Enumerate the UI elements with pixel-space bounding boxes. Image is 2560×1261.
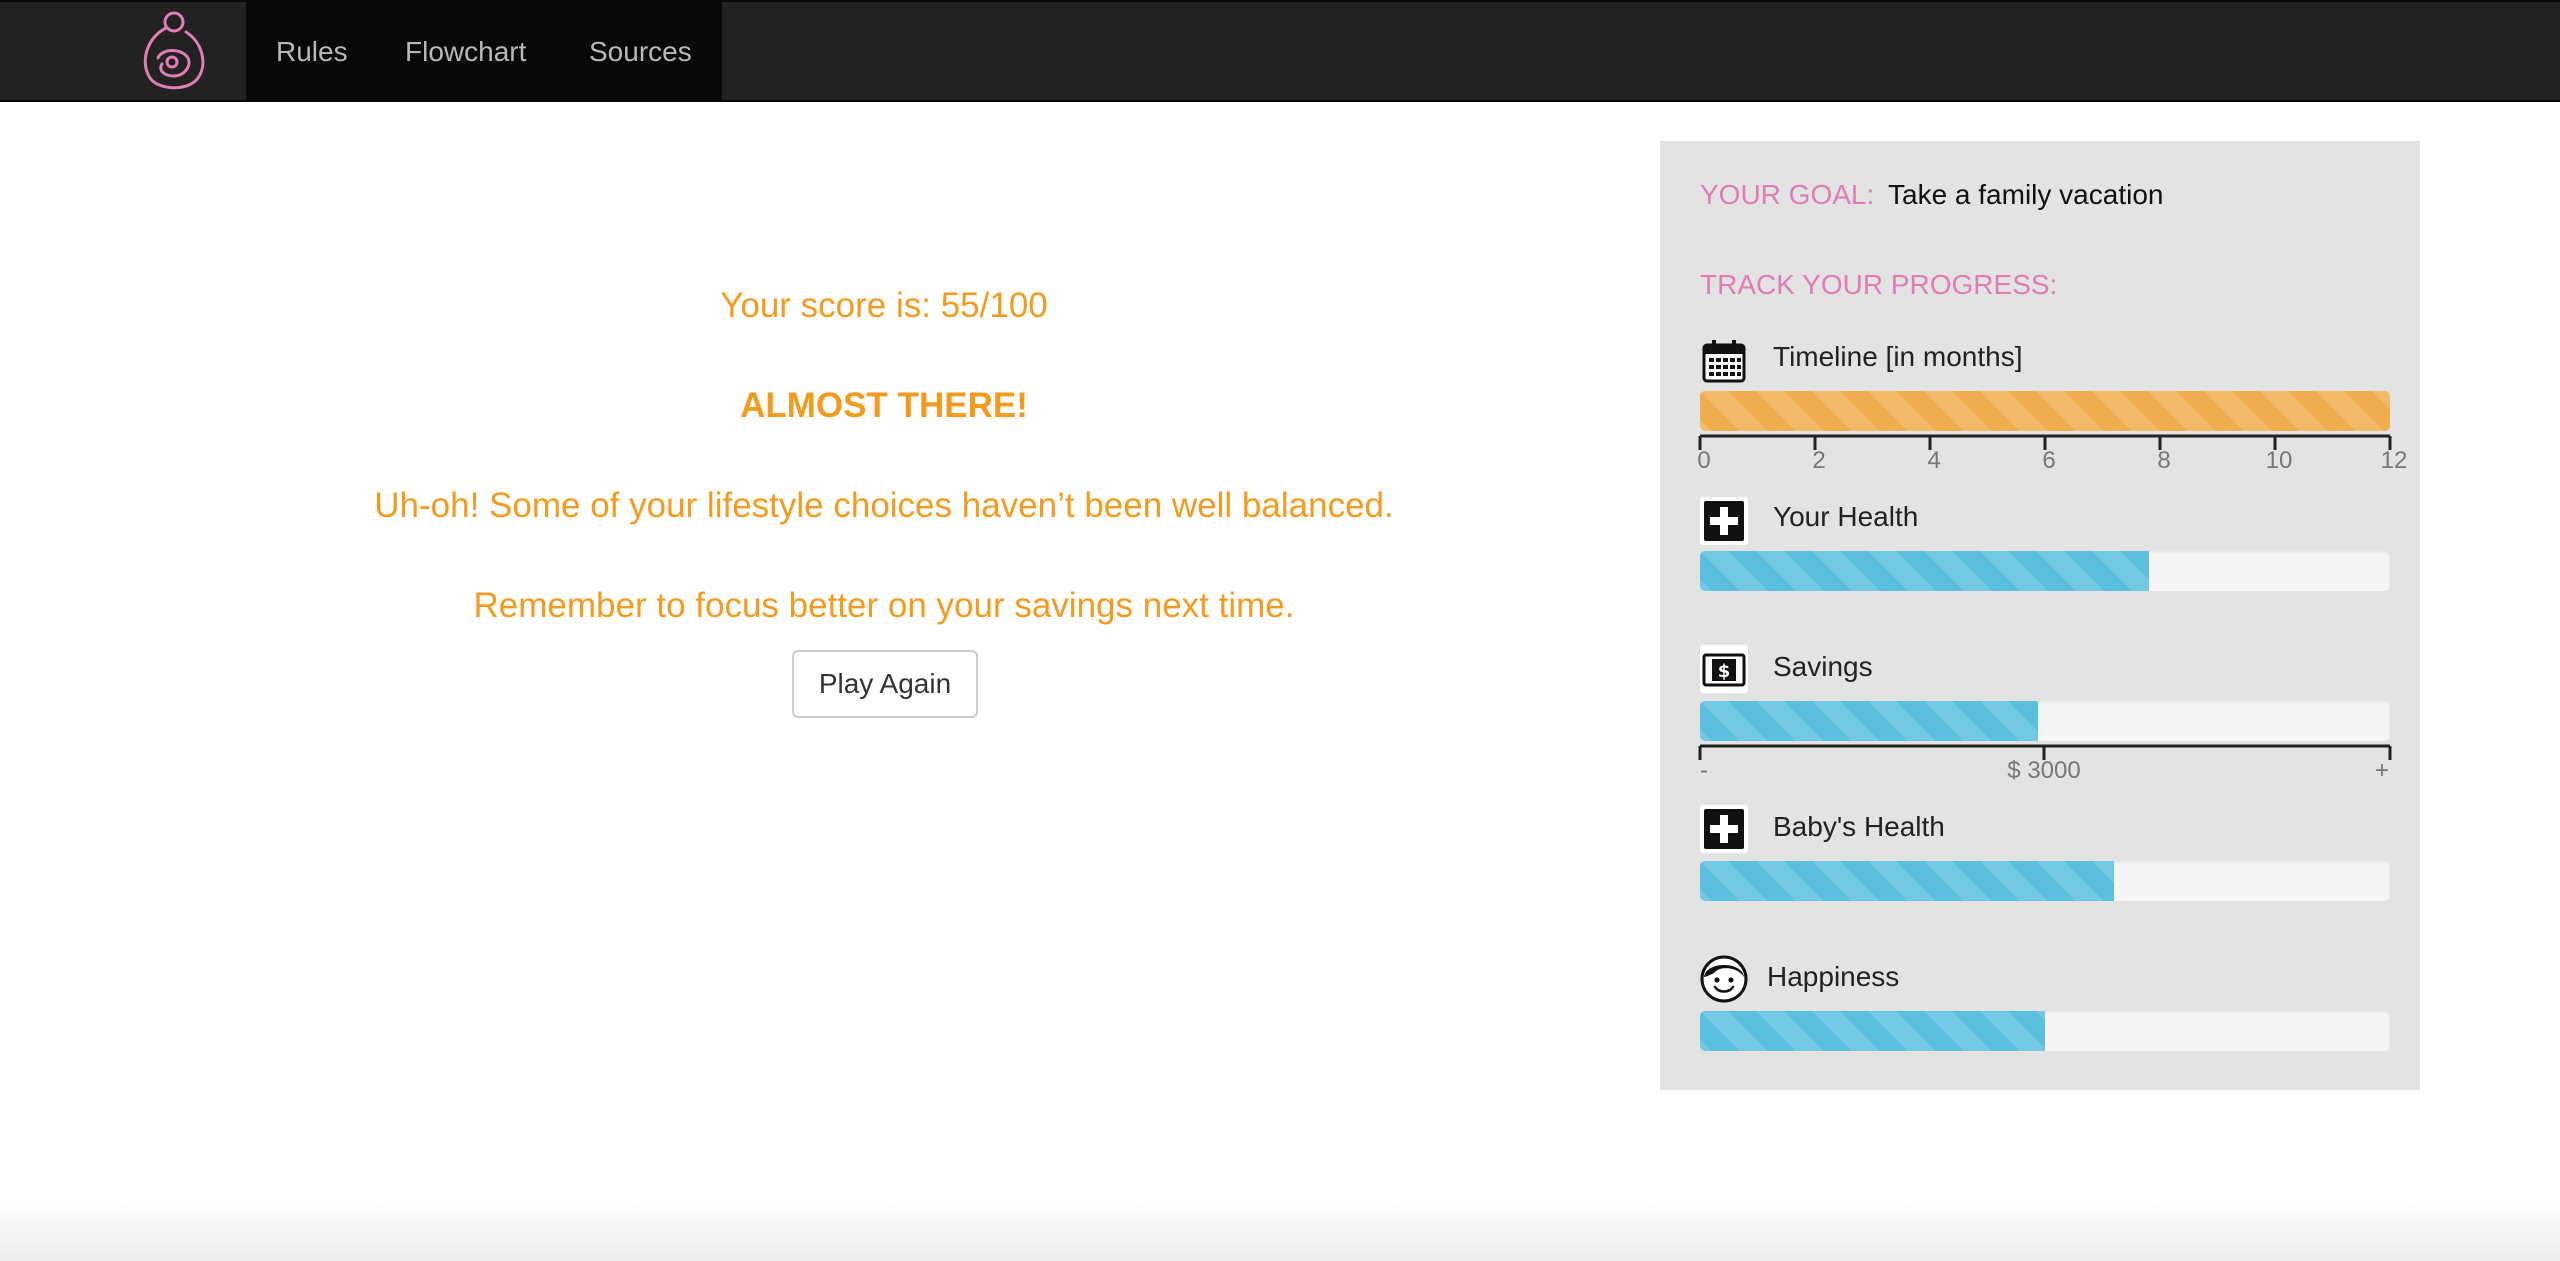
goal-label: YOUR GOAL: bbox=[1700, 179, 1875, 210]
mother-baby-logo-icon[interactable] bbox=[136, 8, 210, 96]
savings-label: Savings bbox=[1773, 651, 1873, 682]
timeline-label: Timeline [in months] bbox=[1773, 341, 2023, 372]
baby-health-progress-bar bbox=[1700, 861, 2390, 901]
timeline-tick-label: 10 bbox=[2265, 447, 2293, 474]
progress-panel: YOUR GOAL: Take a family vacation TRACK … bbox=[1660, 141, 2420, 1090]
track-progress-label: TRACK YOUR PROGRESS: bbox=[1700, 269, 2058, 300]
nav-item-flowchart[interactable]: Flowchart bbox=[405, 2, 526, 102]
savings-scale-mid: $ 3000 bbox=[2007, 757, 2081, 784]
score-text: Your score is: 55/100 bbox=[720, 286, 1048, 325]
timeline-tick-label: 4 bbox=[1927, 447, 1941, 474]
your-health-progress-fill bbox=[1700, 551, 2149, 591]
smiley-face-icon bbox=[1700, 955, 1748, 1003]
dollar-bill-icon: $ bbox=[1700, 645, 1748, 693]
timeline-tick-label: 8 bbox=[2157, 447, 2171, 474]
nav-item-sources[interactable]: Sources bbox=[589, 2, 692, 102]
verdict-heading: ALMOST THERE! bbox=[740, 386, 1028, 425]
baby-health-progress-fill bbox=[1700, 861, 2114, 901]
timeline-tick-label: 0 bbox=[1697, 447, 1711, 474]
goal-value: Take a family vacation bbox=[1888, 179, 2164, 210]
page-footer-shadow bbox=[0, 1200, 2560, 1261]
happiness-progress-bar bbox=[1700, 1011, 2390, 1051]
play-again-button[interactable]: Play Again bbox=[792, 650, 978, 718]
svg-text:$: $ bbox=[1718, 661, 1731, 682]
savings-progress-fill bbox=[1700, 701, 2039, 741]
timeline-progress-bar bbox=[1700, 391, 2390, 431]
feedback-advice: Remember to focus better on your savings… bbox=[473, 586, 1295, 625]
savings-scale-max: + bbox=[2374, 757, 2390, 784]
feedback-message: Uh-oh! Some of your lifestyle choices ha… bbox=[374, 486, 1394, 525]
calendar-icon bbox=[1702, 340, 1746, 383]
happiness-label: Happiness bbox=[1767, 961, 1900, 992]
timeline-tick-label: 2 bbox=[1812, 447, 1826, 474]
medical-cross-icon bbox=[1700, 497, 1748, 545]
baby-health-label: Baby's Health bbox=[1773, 811, 1945, 842]
medical-cross-icon bbox=[1700, 805, 1748, 853]
timeline-progress-fill bbox=[1700, 391, 2390, 431]
savings-progress-bar bbox=[1700, 701, 2390, 741]
nav-menu: Rules Flowchart Sources bbox=[246, 2, 722, 102]
your-health-progress-bar bbox=[1700, 551, 2390, 591]
timeline-tick-label: 12 bbox=[2380, 447, 2408, 474]
timeline-tick-label: 6 bbox=[2042, 447, 2056, 474]
top-navbar: Rules Flowchart Sources bbox=[0, 0, 2560, 102]
nav-item-rules[interactable]: Rules bbox=[276, 2, 348, 102]
your-health-label: Your Health bbox=[1773, 501, 1919, 532]
savings-scale-min: - bbox=[1700, 757, 1708, 784]
happiness-progress-fill bbox=[1700, 1011, 2045, 1051]
